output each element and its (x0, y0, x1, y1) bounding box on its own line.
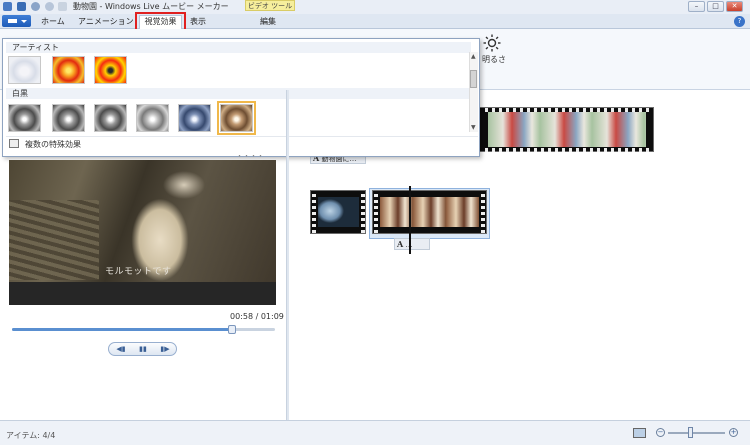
caption-icon: A (397, 239, 404, 249)
save-icon[interactable] (17, 2, 26, 11)
item-count: アイテム: 4/4 (6, 431, 56, 440)
divider (6, 136, 478, 137)
playhead[interactable] (409, 186, 411, 254)
zoom-out-button[interactable]: − (656, 428, 665, 437)
effect-thumbnail[interactable] (94, 56, 127, 84)
seek-bar-thumb[interactable] (228, 325, 236, 334)
next-frame-button[interactable]: ▮▶ (155, 343, 175, 355)
customize-toolbar-icon[interactable] (58, 2, 67, 11)
tab-animation[interactable]: アニメーション (78, 16, 134, 28)
window-title: 動物園 - Windows Live ムービー メーカー (73, 2, 229, 11)
timecode: 00:58 / 01:09 (230, 312, 284, 321)
undo-icon[interactable] (31, 2, 40, 11)
effect-thumbnail-selected[interactable] (217, 101, 256, 135)
effect-thumbnail[interactable] (94, 104, 127, 132)
preview-caption: モルモットです (105, 267, 172, 277)
app-icon (3, 2, 12, 11)
effects-gallery-dropdown: アーティスト 白黒 ▲ ▼ 複数の特殊効果 ・・・・ (2, 38, 480, 160)
effect-thumbnail[interactable] (178, 104, 211, 132)
scroll-down-icon[interactable]: ▼ (471, 124, 476, 131)
brightness-icon[interactable] (483, 34, 501, 52)
group-header-artist: アーティスト (6, 42, 471, 53)
clip-thumbnail-transition (318, 197, 359, 227)
tab-edit[interactable]: 編集 (260, 16, 276, 28)
gallery-scrollbar[interactable] (469, 52, 478, 132)
effect-thumbnail[interactable] (8, 56, 41, 84)
brightness-button-label[interactable]: 明るさ (482, 54, 506, 65)
pane-splitter[interactable] (286, 90, 289, 420)
previous-frame-button[interactable]: ◀▮ (111, 343, 131, 355)
maximize-button[interactable]: □ (707, 1, 724, 12)
preview-frame-detail (9, 200, 99, 280)
effect-thumbnail[interactable] (52, 56, 85, 84)
film-holes (312, 191, 316, 233)
film-holes (374, 191, 378, 233)
close-button[interactable]: ✕ (726, 1, 743, 12)
film-holes (485, 148, 650, 152)
clip-thumbnail-flamingos (488, 112, 646, 147)
tab-home[interactable]: ホーム (41, 16, 65, 28)
zoom-in-button[interactable]: + (729, 428, 738, 437)
effect-thumbnail[interactable] (136, 104, 169, 132)
context-tab-video-tools: ビデオ ツール (245, 0, 295, 11)
effect-thumbnail[interactable] (8, 104, 41, 132)
pause-button[interactable]: ▮▮ (133, 343, 153, 355)
help-button[interactable]: ? (734, 16, 745, 27)
video-preview[interactable]: モルモットです (9, 160, 276, 305)
zoom-slider[interactable] (668, 432, 725, 434)
redo-icon[interactable] (45, 2, 54, 11)
effect-thumbnail[interactable] (52, 104, 85, 132)
caption-tag[interactable]: A … (394, 238, 430, 250)
multiple-effects-icon[interactable] (9, 139, 19, 148)
file-menu-icon (8, 19, 17, 23)
multiple-effects-link[interactable]: 複数の特殊効果 (25, 139, 81, 150)
seek-bar-progress (12, 328, 232, 331)
zoom-slider-thumb[interactable] (688, 427, 693, 438)
file-menu-button[interactable] (2, 15, 31, 27)
chevron-down-icon (21, 20, 27, 23)
group-header-bw: 白黒 (6, 88, 471, 99)
film-holes (361, 191, 365, 233)
monitor-icon[interactable] (633, 428, 646, 438)
film-holes (481, 191, 485, 233)
tab-view[interactable]: 表示 (190, 16, 206, 28)
scroll-up-icon[interactable]: ▲ (471, 53, 476, 60)
gallery-scrollbar-thumb[interactable] (470, 70, 477, 88)
clip-thumbnail-guinea-pigs (380, 197, 479, 227)
minimize-button[interactable]: – (688, 1, 705, 12)
